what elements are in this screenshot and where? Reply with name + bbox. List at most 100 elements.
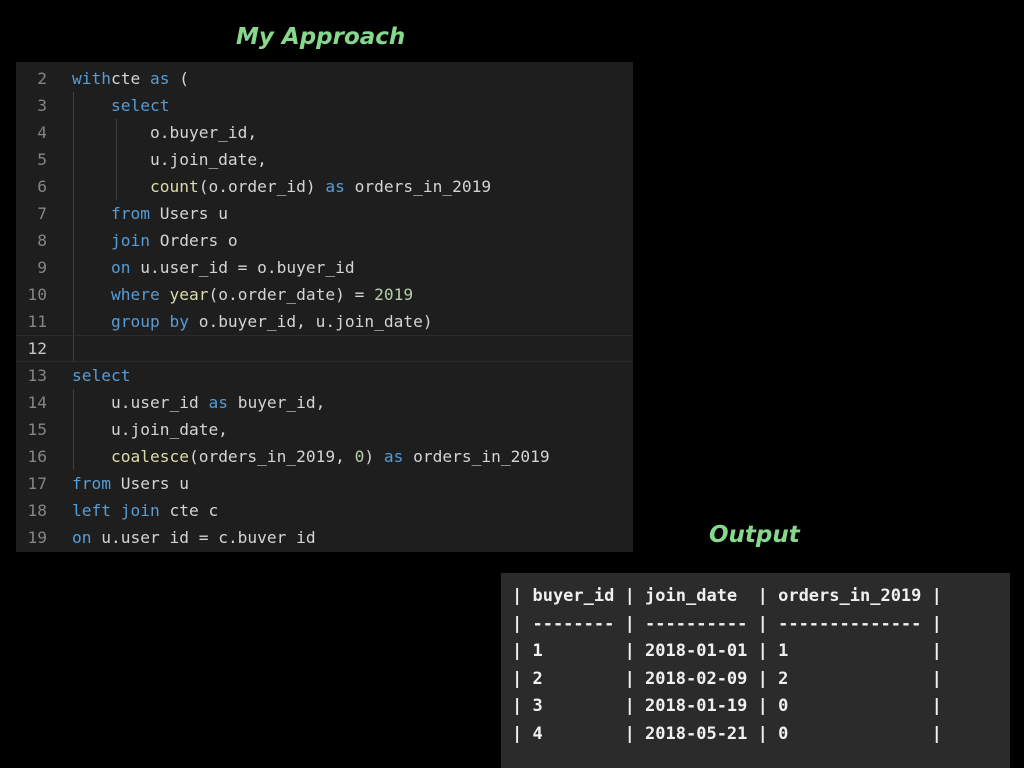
code-token: o.buyer_id,	[72, 123, 258, 142]
output-separator-row: | -------- | ---------- | --------------…	[512, 613, 942, 634]
code-line: 13 select	[16, 362, 633, 389]
keyword-token: group by	[110, 312, 189, 331]
code-line: 16 coalesce(orders_in_2019, 0) as orders…	[16, 443, 633, 470]
output-data-row: | 1 | 2018-01-01 | 1 |	[512, 641, 942, 661]
code-token: (	[169, 69, 189, 88]
code-text: from Users u	[72, 470, 189, 497]
code-line: 19 on u.user id = c.buver id	[16, 524, 633, 551]
line-number: 8	[37, 231, 47, 250]
code-token: )	[364, 447, 384, 466]
line-number: 17	[27, 474, 48, 493]
code-token: o.buyer_id, u.join_date)	[188, 312, 433, 331]
keyword-token: with	[72, 69, 111, 88]
line-number: 5	[37, 150, 47, 169]
code-line: 14 u.user_id as buyer_id,	[16, 389, 633, 416]
line-number: 18	[27, 501, 48, 520]
code-lines: 2 withcte as (3 select 4 o.buyer_id, 5 u.jo…	[16, 65, 633, 551]
line-number: 7	[37, 204, 47, 223]
output-data-row: | 2 | 2018-02-09 | 2 |	[512, 668, 942, 689]
line-number: 14	[27, 393, 48, 412]
code-line: 3 select	[16, 92, 633, 119]
code-token: u.user_id = o.buyer_id	[130, 258, 355, 277]
keyword-token: on	[72, 528, 92, 547]
keyword-token: select	[72, 366, 131, 385]
code-line: 8 join Orders o	[16, 227, 633, 254]
code-line: 4 o.buyer_id,	[16, 119, 633, 146]
code-text: coalesce(orders_in_2019, 0) as orders_in…	[72, 443, 550, 470]
output-data-row: | 4 | 2018-05-21 | 0 |	[512, 723, 942, 744]
code-line: 7 from Users u	[16, 200, 633, 227]
code-line: 12	[16, 335, 633, 362]
code-text: group by o.buyer_id, u.join_date)	[72, 308, 433, 335]
code-token: Users u	[110, 474, 189, 493]
approach-heading: My Approach	[236, 24, 406, 50]
code-text: join Orders o	[72, 227, 238, 254]
code-line: 2 withcte as (	[16, 65, 633, 92]
output-header-row: | buyer_id | join_date | orders_in_2019 …	[512, 586, 942, 606]
line-number: 16	[27, 447, 48, 466]
code-token: u.join_date,	[72, 420, 228, 439]
code-token: u.join_date,	[72, 150, 267, 169]
code-token: buyer_id,	[227, 393, 326, 412]
keyword-token: as	[149, 69, 170, 88]
code-text: where year(o.order_date) = 2019	[72, 281, 413, 308]
keyword-token: on	[110, 258, 131, 277]
keyword-token: as	[383, 447, 404, 466]
code-text: select	[72, 362, 130, 389]
code-line: 18 left join cte c	[16, 497, 633, 524]
code-token: cte c	[159, 501, 219, 520]
output-lines: | buyer_id | join_date | orders_in_2019 …	[512, 583, 1010, 748]
number-token: 0	[354, 447, 365, 466]
keyword-token: as	[325, 177, 345, 196]
keyword-token: select	[110, 96, 170, 115]
code-line: 10 where year(o.order_date) = 2019	[16, 281, 633, 308]
line-number: 6	[37, 177, 47, 196]
code-token: u.user id = c.buver id	[91, 528, 316, 547]
keyword-token: where	[110, 285, 160, 304]
function-token: year	[169, 285, 209, 304]
keyword-token: left join	[72, 501, 160, 520]
code-text: u.user_id as buyer_id,	[72, 389, 325, 416]
code-token: u.user_id	[72, 393, 209, 412]
line-number: 11	[27, 312, 48, 331]
code-token: (orders_in_2019,	[188, 447, 355, 466]
output-heading: Output	[709, 522, 800, 548]
code-text: from Users u	[72, 200, 228, 227]
line-number: 12	[27, 339, 48, 358]
keyword-token: as	[208, 393, 228, 412]
code-token: orders_in_2019	[344, 177, 492, 196]
line-number: 9	[37, 258, 47, 277]
code-token: (o.order_id)	[198, 177, 326, 196]
code-text: u.join_date,	[72, 146, 267, 173]
code-text: select	[72, 92, 169, 119]
code-line: 15 u.join_date,	[16, 416, 633, 443]
code-token: (o.order_date) =	[208, 285, 375, 304]
function-token: count	[149, 177, 199, 196]
code-text: u.join_date,	[72, 416, 228, 443]
code-text: o.buyer_id,	[72, 119, 257, 146]
code-token: Orders o	[149, 231, 238, 250]
keyword-token: join	[110, 231, 150, 250]
code-token: cte	[110, 69, 150, 88]
keyword-token: from	[72, 474, 111, 493]
code-line: 11 group by o.buyer_id, u.join_date)	[16, 308, 633, 335]
line-number: 4	[37, 123, 47, 142]
number-token: 2019	[374, 285, 414, 304]
code-text: on u.user_id = o.buyer_id	[72, 254, 355, 281]
code-text: on u.user id = c.buver id	[72, 524, 316, 551]
output-result-table: | buyer_id | join_date | orders_in_2019 …	[501, 573, 1010, 768]
code-text: withcte as (	[72, 65, 189, 92]
line-number: 2	[37, 69, 47, 88]
code-token: Users u	[149, 204, 228, 223]
keyword-token: from	[110, 204, 150, 223]
code-text: count(o.order_id) as orders_in_2019	[72, 173, 491, 200]
code-token: orders_in_2019	[403, 447, 550, 466]
